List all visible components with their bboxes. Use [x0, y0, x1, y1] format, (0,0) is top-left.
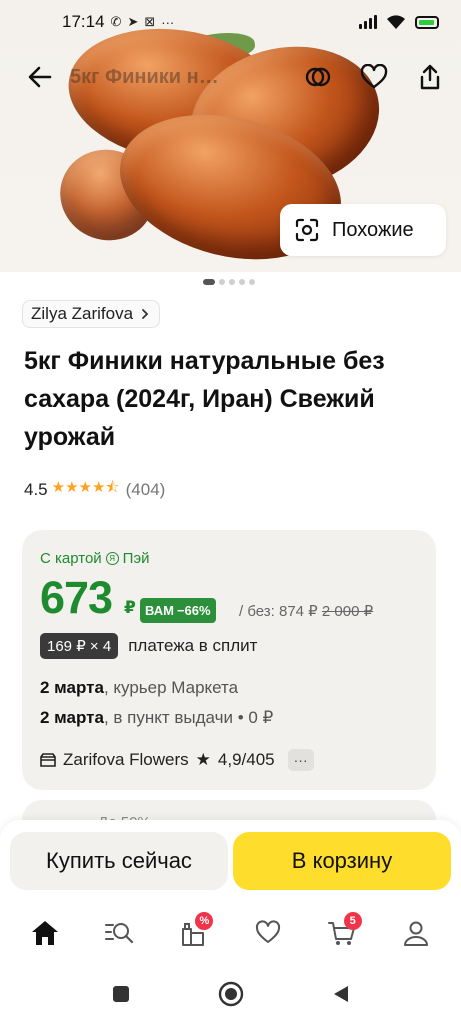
rating-value: 4.5 — [24, 479, 48, 499]
favorite-button[interactable] — [357, 60, 391, 94]
battery-icon — [415, 15, 439, 29]
delivery-courier[interactable]: 2 марта, курьер Маркета — [40, 678, 238, 698]
product-title: 5кг Финики натуральные без сахара (2024г… — [24, 347, 385, 451]
shop-icon — [40, 753, 56, 767]
circle-icon — [218, 981, 243, 1007]
share-button[interactable] — [413, 60, 447, 94]
card-offer-label[interactable]: С картой Я Пэй — [40, 550, 150, 567]
discount-badge: ВАМ −66% — [140, 598, 216, 623]
add-to-cart-button[interactable]: В корзину — [233, 832, 451, 890]
compare-icon — [305, 67, 331, 87]
tab-favorites[interactable] — [246, 911, 290, 955]
heart-icon — [360, 64, 388, 89]
back-nav-button[interactable] — [326, 979, 356, 1009]
whatsapp-icon: ✆ — [110, 14, 122, 29]
buy-now-button[interactable]: Купить сейчас — [10, 832, 228, 890]
gallery-pagination — [203, 279, 255, 285]
status-bar: 17:14 ✆ ➤ ⊠ ··· — [0, 0, 461, 44]
more-options-button[interactable]: ··· — [287, 749, 314, 771]
delivery-method: , в пункт выдачи • 0 ₽ — [103, 708, 274, 727]
shop-reviews: /405 — [241, 750, 275, 769]
home-nav-button[interactable] — [216, 979, 246, 1009]
shop-name: Zarifova Flowers — [63, 750, 189, 769]
bottom-tab-bar: % 5 — [0, 902, 461, 964]
status-time: 17:14 — [62, 12, 105, 31]
brand-name: Zilya Zarifova — [31, 304, 134, 323]
back-button[interactable] — [22, 59, 58, 95]
wifi-icon — [387, 14, 405, 29]
share-icon — [420, 64, 440, 90]
shop-row[interactable]: Zarifova Flowers ★ 4,9/405 ··· — [40, 749, 314, 771]
top-bar: 5кг Финики н… — [0, 50, 461, 104]
discount-label: ВАМ — [145, 603, 174, 618]
original-price: 2 000 ₽ — [321, 603, 374, 620]
compare-button[interactable] — [301, 60, 335, 94]
reviews-count: (404) — [125, 479, 166, 499]
tab-home[interactable] — [23, 911, 67, 955]
brand-chip[interactable]: Zilya Zarifova — [22, 300, 161, 328]
delivery-pickup[interactable]: 2 марта, в пункт выдачи • 0 ₽ — [40, 708, 273, 728]
star-icon: ★ — [195, 750, 211, 769]
card-label-text: С картой — [40, 550, 102, 567]
cart-badge: 5 — [343, 912, 362, 930]
purchase-bar: Купить сейчас В корзину — [0, 820, 461, 902]
triangle-back-icon — [333, 986, 348, 1002]
visual-search-icon — [295, 218, 319, 242]
pagination-dot-active — [203, 279, 215, 285]
page-title: 5кг Финики н… — [70, 65, 219, 88]
split-payment[interactable]: 169 ₽ × 4 платежа в сплит — [40, 633, 257, 659]
recents-button[interactable] — [106, 979, 136, 1009]
tab-profile[interactable] — [394, 911, 438, 955]
delivery-date: 2 марта — [40, 708, 104, 727]
chevron-right-icon — [142, 309, 149, 319]
similar-label: Похожие — [332, 218, 414, 241]
price-currency: ₽ — [124, 598, 136, 617]
app-notification-icon: ⊠ — [144, 14, 156, 29]
home-icon — [32, 921, 59, 945]
card-brand-text: Пэй — [122, 550, 150, 567]
price-without-card: / без: 874 ₽ — [239, 603, 318, 620]
tab-catalog[interactable] — [97, 911, 141, 955]
tab-cart[interactable]: 5 — [320, 911, 364, 955]
telegram-icon: ➤ — [127, 14, 139, 29]
yandex-pay-icon: Я — [105, 552, 119, 565]
product-rating[interactable]: 4.5 ★★★★⯪ (404) — [24, 477, 165, 502]
catalog-search-icon — [105, 923, 134, 944]
split-label: платежа в сплит — [128, 636, 258, 655]
pagination-dot — [229, 279, 235, 285]
pagination-dot — [219, 279, 225, 285]
delivery-date: 2 марта — [40, 678, 104, 697]
system-nav-bar — [0, 964, 461, 1024]
discount-value: −66% — [176, 603, 211, 618]
heart-outline-icon — [255, 920, 280, 943]
price-card: С картой Я Пэй 673 ₽ ВАМ −66% / без: 874… — [22, 530, 436, 790]
tab-deals[interactable]: % — [171, 911, 215, 955]
similar-button[interactable]: Похожие — [280, 204, 446, 256]
pagination-dot — [239, 279, 245, 285]
shop-rating: 4,9 — [217, 750, 242, 769]
more-notifications-icon: ··· — [161, 14, 175, 30]
profile-icon — [403, 921, 428, 946]
rating-stars-icon: ★★★★⯪ — [51, 479, 120, 496]
signal-icon — [359, 15, 377, 29]
deals-badge: % — [195, 912, 214, 930]
old-price: / без: 874 ₽ 2 000 ₽ — [239, 602, 373, 620]
split-amount: 169 ₽ × 4 — [40, 633, 119, 659]
pagination-dot — [249, 279, 255, 285]
delivery-method: , курьер Маркета — [103, 678, 239, 697]
current-price: 673 — [40, 572, 113, 623]
arrow-left-icon — [28, 66, 52, 88]
square-icon — [112, 986, 129, 1002]
